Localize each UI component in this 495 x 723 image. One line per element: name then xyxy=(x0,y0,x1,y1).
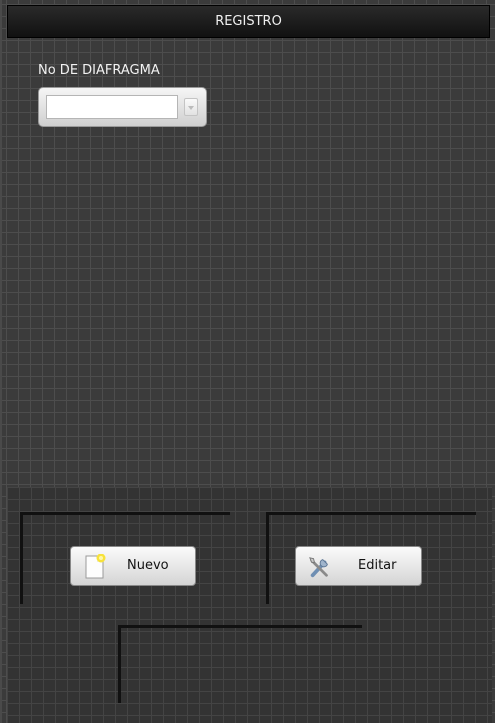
edit-button-label: Editar xyxy=(358,558,397,573)
main-panel: REGISTRO No DE DIAFRAGMA Nuevo Editar xyxy=(0,0,495,723)
diaphragm-number-input[interactable] xyxy=(46,95,178,119)
dropdown-arrow-icon[interactable] xyxy=(184,98,198,116)
diaphragm-number-combobox[interactable] xyxy=(38,87,207,127)
diaphragm-number-label: No DE DIAFRAGMA xyxy=(38,63,160,78)
bottom-frame xyxy=(118,625,362,703)
edit-button[interactable]: Editar xyxy=(295,546,422,586)
tools-icon xyxy=(309,557,328,578)
new-button[interactable]: Nuevo xyxy=(70,546,196,586)
window-title: REGISTRO xyxy=(7,5,490,38)
new-button-label: Nuevo xyxy=(127,558,169,573)
new-document-icon xyxy=(85,554,106,579)
